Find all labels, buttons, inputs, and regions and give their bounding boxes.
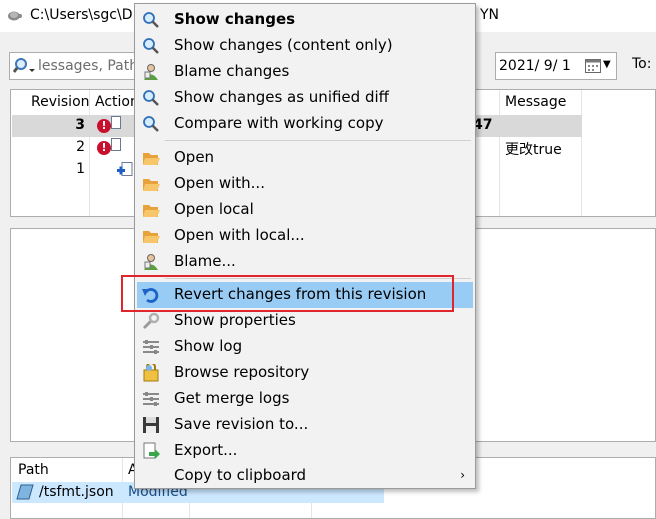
date-from-value: 2021/ 9/ 1: [499, 58, 571, 74]
column-divider: [499, 90, 500, 216]
revision-number: 2: [76, 139, 85, 155]
log-lines-icon: [143, 340, 159, 354]
wrench-icon: [142, 312, 160, 330]
menu-item-show-unified-diff[interactable]: Show changes as unified diff: [137, 85, 473, 111]
window-title-tail: YN: [480, 7, 500, 23]
search-input[interactable]: lessages, Path: [9, 52, 139, 80]
menu-item-open-with[interactable]: Open with...: [137, 171, 473, 197]
menu-item-label: Get merge logs: [174, 389, 290, 407]
menu-item-open[interactable]: Open: [137, 145, 473, 171]
column-header-message[interactable]: Message: [505, 94, 566, 110]
menu-item-label: Copy to clipboard: [174, 466, 307, 484]
menu-item-show-changes-content-only[interactable]: Show changes (content only): [137, 33, 473, 59]
json-file-icon: [16, 484, 34, 500]
menu-item-open-with-local[interactable]: Open with local...: [137, 223, 473, 249]
file-icon: [111, 116, 121, 129]
menu-item-copy-to-clipboard[interactable]: Copy to clipboard ›: [137, 463, 473, 489]
menu-item-blame-changes[interactable]: Blame changes: [137, 59, 473, 85]
conflict-icon: !: [97, 119, 111, 133]
to-label: To:: [632, 56, 652, 72]
column-divider: [581, 90, 582, 216]
magnifier-icon: [143, 90, 159, 106]
menu-item-label: Blame changes: [174, 62, 290, 80]
column-divider: [89, 90, 90, 216]
magnifier-icon: [143, 12, 159, 28]
export-icon: [143, 442, 160, 459]
menu-item-label: Open with local...: [174, 226, 305, 244]
menu-item-label: Browse repository: [174, 363, 310, 381]
folder-open-icon: [143, 153, 160, 165]
annotation-highlight-box: [121, 275, 454, 312]
menu-item-blame[interactable]: Blame...: [137, 249, 473, 275]
menu-item-label: Open: [174, 148, 215, 166]
magnifier-icon: [143, 38, 159, 54]
floppy-disk-icon: [143, 417, 159, 433]
column-header-path[interactable]: Path: [18, 462, 49, 478]
date-from-picker[interactable]: 2021/ 9/ 1 ▼: [495, 52, 617, 80]
menu-item-label: Blame...: [174, 252, 236, 270]
conflict-icon: !: [97, 141, 111, 155]
submenu-arrow-icon: ›: [460, 468, 465, 482]
menu-item-label: Export...: [174, 441, 238, 459]
menu-item-label: Compare with working copy: [174, 114, 384, 132]
repository-icon: [143, 364, 159, 382]
menu-item-save-revision[interactable]: Save revision to...: [137, 412, 473, 438]
menu-item-label: Show properties: [174, 311, 296, 329]
tortoise-app-icon: [8, 11, 22, 21]
search-placeholder: lessages, Path: [38, 58, 139, 74]
menu-item-label: Show changes: [174, 10, 296, 28]
menu-item-label: Show changes as unified diff: [174, 88, 389, 106]
menu-item-label: Open local: [174, 200, 254, 218]
menu-item-open-local[interactable]: Open local: [137, 197, 473, 223]
revision-number: 1: [76, 161, 85, 177]
folder-open-icon: [143, 205, 160, 217]
menu-item-label: Save revision to...: [174, 415, 309, 433]
blame-person-icon: [144, 64, 158, 80]
menu-item-show-log[interactable]: Show log: [137, 334, 473, 360]
added-file-icon: [117, 162, 133, 176]
window-title: C:\Users\sgc\D: [30, 7, 133, 23]
search-icon[interactable]: [13, 57, 35, 75]
menu-item-browse-repository[interactable]: Browse repository: [137, 360, 473, 386]
menu-item-label: Show changes (content only): [174, 36, 393, 54]
revision-number: 3: [75, 117, 85, 133]
blame-person-icon: [144, 254, 158, 270]
revision-message: 更改true: [505, 142, 562, 158]
menu-item-export[interactable]: Export...: [137, 438, 473, 464]
menu-item-label: Open with...: [174, 174, 265, 192]
calendar-icon[interactable]: [585, 59, 601, 73]
menu-item-label: Show log: [174, 337, 243, 355]
context-menu[interactable]: Show changes Show changes (content only)…: [134, 3, 476, 489]
column-header-revision[interactable]: Revision: [31, 94, 90, 110]
menu-item-get-merge-logs[interactable]: Get merge logs: [137, 386, 473, 412]
column-header-action[interactable]: Action: [95, 94, 139, 110]
folder-open-icon: [143, 179, 160, 191]
log-lines-icon: [143, 392, 159, 406]
magnifier-icon: [143, 116, 159, 132]
menu-item-compare-working-copy[interactable]: Compare with working copy: [137, 111, 473, 137]
menu-item-show-changes[interactable]: Show changes: [137, 7, 473, 33]
chevron-down-icon[interactable]: ▼: [603, 59, 611, 70]
path-value: /tsfmt.json: [39, 484, 114, 500]
folder-open-icon: [143, 231, 160, 243]
file-icon: [111, 138, 121, 151]
menu-separator: [165, 140, 471, 141]
